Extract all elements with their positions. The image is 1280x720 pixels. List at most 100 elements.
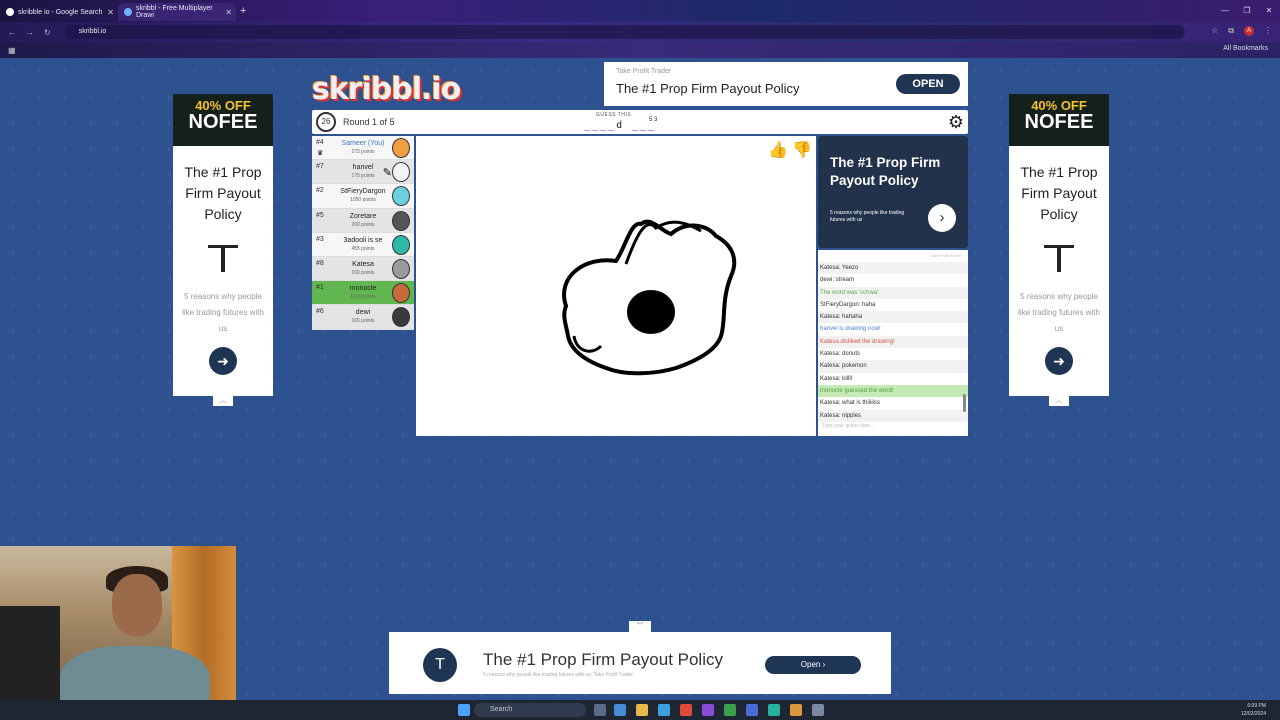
file-explorer-icon[interactable] — [636, 704, 648, 716]
menu-icon[interactable]: ⋮ — [1264, 26, 1272, 36]
chat-ad-headline: The #1 Prop Firm Payout Policy — [830, 155, 941, 188]
bottom-ad-open-button[interactable]: Open › — [765, 656, 861, 674]
apps-icon[interactable]: ▦ — [8, 46, 16, 55]
player-name: StFieryDargon — [340, 188, 386, 196]
arrow-right-icon[interactable]: ➜ — [1045, 347, 1073, 375]
forward-icon[interactable]: → — [26, 28, 34, 37]
player-row[interactable]: #7 hanvel 175 points ✎ — [312, 160, 414, 185]
tab-label: skribbl - Free Multiplayer Drawi — [136, 5, 213, 19]
chat-message: Katesa: pokemon — [818, 360, 968, 373]
player-row[interactable]: #6 dewi 165 points — [312, 305, 414, 330]
chat-input[interactable]: Type your guess here... — [820, 418, 966, 432]
egg-white-stroke-2 — [572, 335, 603, 353]
player-avatar — [392, 307, 410, 328]
chrome-icon[interactable] — [680, 704, 692, 716]
app-icon-4[interactable] — [812, 704, 824, 716]
chat-message: Katesa: hahaha — [818, 311, 968, 324]
chat-ad-subtext: 5 reasons why people like trading future… — [830, 210, 905, 223]
close-icon[interactable]: ✕ — [225, 8, 232, 17]
reload-icon[interactable]: ↻ — [44, 28, 51, 37]
chat-ad[interactable]: The #1 Prop Firm Payout Policy 5 reasons… — [818, 136, 968, 248]
maximize-icon[interactable]: ❐ — [1236, 0, 1258, 22]
player-points: 165 points — [351, 318, 375, 325]
player-name: monocle — [349, 285, 377, 293]
chat-scrollbar[interactable] — [963, 394, 966, 412]
close-window-icon[interactable]: ✕ — [1258, 0, 1280, 22]
brand-logo-icon: T — [423, 648, 457, 682]
settings-gear-icon[interactable]: ⚙ — [946, 112, 966, 132]
chevron-right-icon[interactable]: › — [928, 204, 956, 232]
drawing-pencil-icon: ✎ — [382, 167, 392, 180]
player-avatar — [392, 210, 410, 231]
webcam-overlay — [0, 546, 236, 720]
app-icon-3[interactable] — [790, 704, 802, 716]
player-name: Sameer (You) — [341, 140, 385, 147]
teams-icon[interactable] — [746, 704, 758, 716]
clock-date: 12/02/2024 — [1240, 711, 1266, 717]
player-row[interactable]: #2 StFieryDargon 1050 points — [312, 184, 414, 209]
profile-avatar[interactable]: A — [1244, 26, 1254, 36]
url-field[interactable]: skribbl.io — [64, 25, 1185, 39]
player-row[interactable]: #8 Katesa 100 points — [312, 256, 414, 282]
player-avatar — [392, 162, 410, 183]
thumbs-up-icon[interactable]: 👍 — [768, 140, 788, 160]
left-side-ad[interactable]: 40% OFF NOFEE The #1 Prop Firm Payout Po… — [173, 94, 273, 406]
top-ad[interactable]: Take Profit Trader The #1 Prop Firm Payo… — [604, 62, 968, 106]
player-row[interactable]: #1 monocle 1165 points — [312, 281, 414, 306]
toolbar-right: ☆ ⧉ A ⋮ — [1211, 26, 1272, 36]
tab-google-search[interactable]: skribble io - Google Search ✕ — [0, 3, 118, 21]
player-points: 455 points — [351, 245, 375, 252]
bottom-ad[interactable]: ﹀ T The #1 Prop Firm Payout Policy 5 rea… — [389, 621, 891, 694]
collapse-icon[interactable]: ︿ — [213, 396, 233, 406]
ad-banner-code: NOFEE — [188, 111, 258, 133]
player-row[interactable]: #5 Zoretare 200 points — [312, 208, 414, 233]
close-icon[interactable]: ✕ — [107, 8, 114, 17]
minimize-icon[interactable]: — — [1214, 0, 1236, 22]
window-controls: — ❐ ✕ — [1214, 0, 1280, 22]
star-icon[interactable]: ☆ — [1211, 26, 1218, 36]
right-side-ad[interactable]: 40% OFF NOFEE The #1 Prop Firm Payout Po… — [1009, 94, 1109, 406]
taskbar-search[interactable]: Search — [474, 703, 586, 717]
vote-buttons: 👍 👎 — [768, 140, 812, 160]
task-view-icon[interactable] — [594, 704, 606, 716]
collapse-icon[interactable]: ﹀ — [629, 621, 651, 632]
new-tab-icon[interactable]: + — [240, 5, 246, 17]
player-rank: #7 — [316, 163, 324, 171]
thumbs-down-icon[interactable]: 👎 — [792, 140, 812, 160]
ad-headline: The #1 Prop Firm Payout Policy — [184, 164, 262, 222]
chat-message: Katesa: lollll — [820, 375, 853, 382]
app-icon[interactable] — [702, 704, 714, 716]
chat-message: StFieryDargon: haha — [820, 301, 876, 308]
xbox-icon[interactable] — [724, 704, 736, 716]
system-clock[interactable]: 6:09 PM 12/02/2024 — [1241, 702, 1266, 718]
player-points: 200 points — [351, 221, 375, 228]
drawing-svg — [562, 219, 737, 376]
ad-subtext: 5 reasons why people like trading future… — [1018, 292, 1100, 333]
round-indicator: Round 1 of 5 — [343, 117, 395, 127]
ad-open-button[interactable]: OPEN — [896, 74, 960, 94]
edge-icon[interactable] — [658, 704, 670, 716]
player-points: 100 points — [351, 269, 375, 276]
tab-skribbl[interactable]: skribbl - Free Multiplayer Drawi ✕ — [118, 3, 236, 21]
collapse-icon[interactable]: ︿ — [1049, 396, 1069, 406]
arrow-right-icon[interactable]: ➜ — [209, 347, 237, 375]
player-row[interactable]: #3 3adooli is se 455 points — [312, 232, 414, 257]
chat-panel: Take Profit Trader Katesa: Yeezo dewi: st… — [818, 250, 968, 436]
extensions-icon[interactable]: ⧉ — [1228, 26, 1234, 36]
guess-label: GUESS THIS — [596, 112, 632, 118]
player-row[interactable]: #4 Sameer (You) 275 points ♛ — [312, 136, 414, 161]
player-avatar — [392, 234, 410, 255]
os-taskbar: Search 6:09 PM 12/02/2024 — [0, 700, 1280, 720]
copilot-icon[interactable] — [614, 704, 626, 716]
timer: 26 — [316, 112, 336, 132]
player-rank: #3 — [316, 235, 324, 243]
clock-time: 6:09 PM — [1247, 703, 1266, 709]
drawing-canvas[interactable]: 👍 👎 — [416, 136, 816, 436]
back-icon[interactable]: ← — [8, 28, 16, 37]
chat-message: Katesa disliked the drawing! — [818, 335, 968, 349]
browser-tab-bar: skribble io - Google Search ✕ skribbl - … — [0, 0, 1280, 22]
start-icon[interactable] — [458, 704, 470, 716]
app-icon-2[interactable] — [768, 704, 780, 716]
chat-message: Katesa: donuts — [820, 351, 861, 358]
all-bookmarks[interactable]: All Bookmarks — [1223, 45, 1268, 52]
